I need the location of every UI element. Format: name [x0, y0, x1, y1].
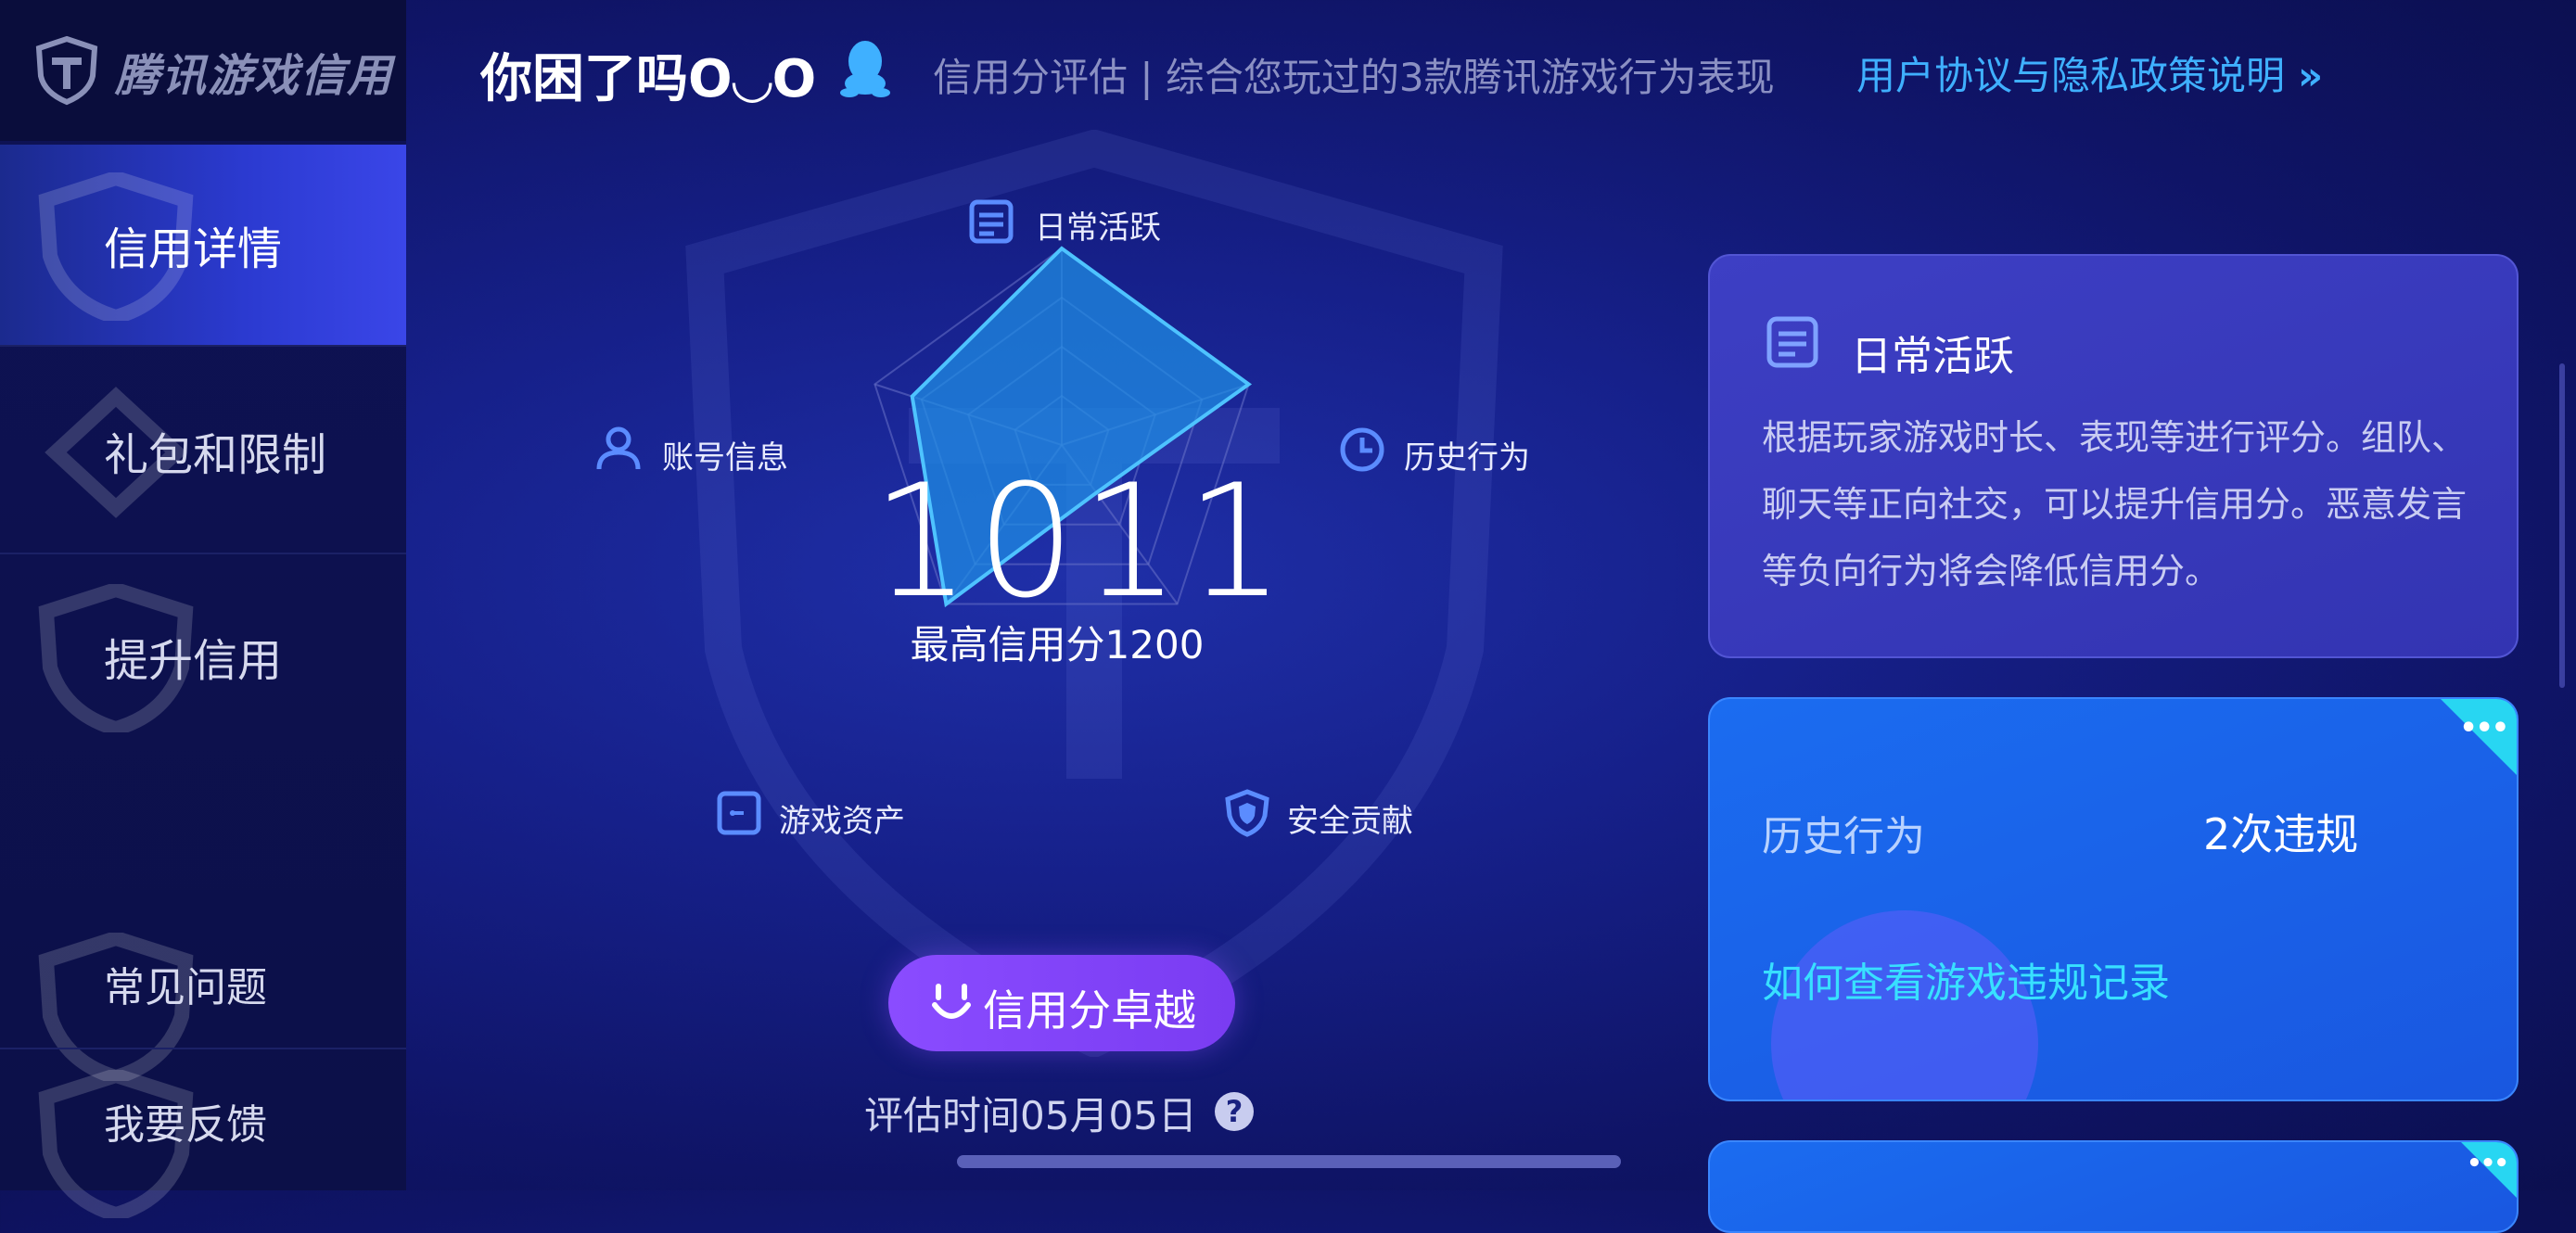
radar-axis-label-game-assets: 游戏资产 — [779, 803, 905, 840]
scrollbar[interactable] — [2559, 363, 2565, 688]
smile-icon — [932, 984, 971, 1019]
radar-axis-label-security: 安全贡献 — [1287, 803, 1413, 840]
max-credit-score: 最高信用分1200 — [910, 622, 1205, 667]
home-indicator[interactable] — [957, 1155, 1621, 1168]
sidebar-item-improve-credit[interactable]: 提升信用 — [0, 556, 406, 756]
radar-axis-label-daily-activity: 日常活跃 — [1035, 210, 1161, 247]
clock-icon — [1340, 427, 1384, 472]
qq-penguin-icon — [840, 41, 890, 97]
user-icon — [596, 426, 641, 470]
wallet-icon — [717, 791, 761, 835]
violation-count: 2次违规 — [2203, 809, 2359, 859]
user-name: 你困了吗O◡O — [480, 49, 817, 109]
next-card[interactable]: ••• — [1708, 1140, 2519, 1233]
divider — [0, 553, 406, 554]
card-title: 日常活跃 — [1851, 333, 2014, 380]
radar-axis-label-history: 历史行为 — [1404, 439, 1530, 477]
sidebar-item-label: 我要反馈 — [104, 1101, 267, 1149]
privacy-policy-link-label: 用户协议与隐私政策说明 — [1856, 53, 2286, 98]
credit-level-button[interactable]: 信用分卓越 — [888, 955, 1235, 1051]
more-icon[interactable]: ••• — [2467, 1150, 2509, 1177]
double-chevron-right-icon: » — [2298, 53, 2324, 98]
sidebar-item-gifts-and-limits[interactable]: 礼包和限制 — [0, 350, 406, 551]
divider — [0, 345, 406, 347]
sidebar-item-feedback[interactable]: 我要反馈 — [0, 1051, 406, 1218]
history-behavior-card[interactable]: ••• 历史行为 2次违规 如何查看游戏违规记录 — [1708, 697, 2519, 1101]
sidebar-item-label: 礼包和限制 — [104, 429, 327, 481]
sidebar: 腾讯游戏信用 信用详情 礼包和限制 提升信用 常见问题 我要反馈 — [0, 0, 406, 1218]
view-violation-records-link[interactable]: 如何查看游戏违规记录 — [1762, 949, 2170, 1009]
calendar-icon — [1766, 316, 1818, 368]
privacy-policy-link[interactable]: 用户协议与隐私政策说明 » — [1856, 44, 2323, 101]
more-icon[interactable]: ••• — [2459, 712, 2509, 744]
sidebar-item-label: 常见问题 — [104, 964, 267, 1011]
evaluation-time: 评估时间05月05日 — [864, 1093, 1197, 1138]
divider — [0, 1048, 406, 1049]
sidebar-item-credit-details[interactable]: 信用详情 — [0, 145, 406, 345]
logo-bar: 腾讯游戏信用 — [0, 0, 406, 141]
sidebar-item-label: 提升信用 — [104, 635, 283, 687]
logo-text: 腾讯游戏信用 — [115, 50, 394, 102]
credit-level-label: 信用分卓越 — [983, 985, 1196, 1036]
card-description: 根据玩家游戏时长、表现等进行评分。组队、聊天等正向社交，可以提升信用分。恶意发言… — [1762, 417, 2468, 591]
calendar-icon — [969, 199, 1014, 244]
history-label: 历史行为 — [1762, 813, 1925, 860]
sidebar-item-label: 信用详情 — [104, 223, 283, 275]
tencent-game-credit-logo-icon — [35, 35, 98, 106]
credit-score-value: 1011 — [872, 451, 1291, 632]
radar-axis-label-account-info: 账号信息 — [662, 439, 788, 477]
shield-icon — [1225, 789, 1269, 837]
daily-activity-card: 日常活跃 根据玩家游戏时长、表现等进行评分。组队、聊天等正向社交，可以提升信用分… — [1708, 254, 2519, 658]
help-question-icon[interactable]: ? — [1215, 1092, 1254, 1131]
credit-description: 信用分评估 | 综合您玩过的3款腾讯游戏行为表现 — [933, 55, 1775, 100]
